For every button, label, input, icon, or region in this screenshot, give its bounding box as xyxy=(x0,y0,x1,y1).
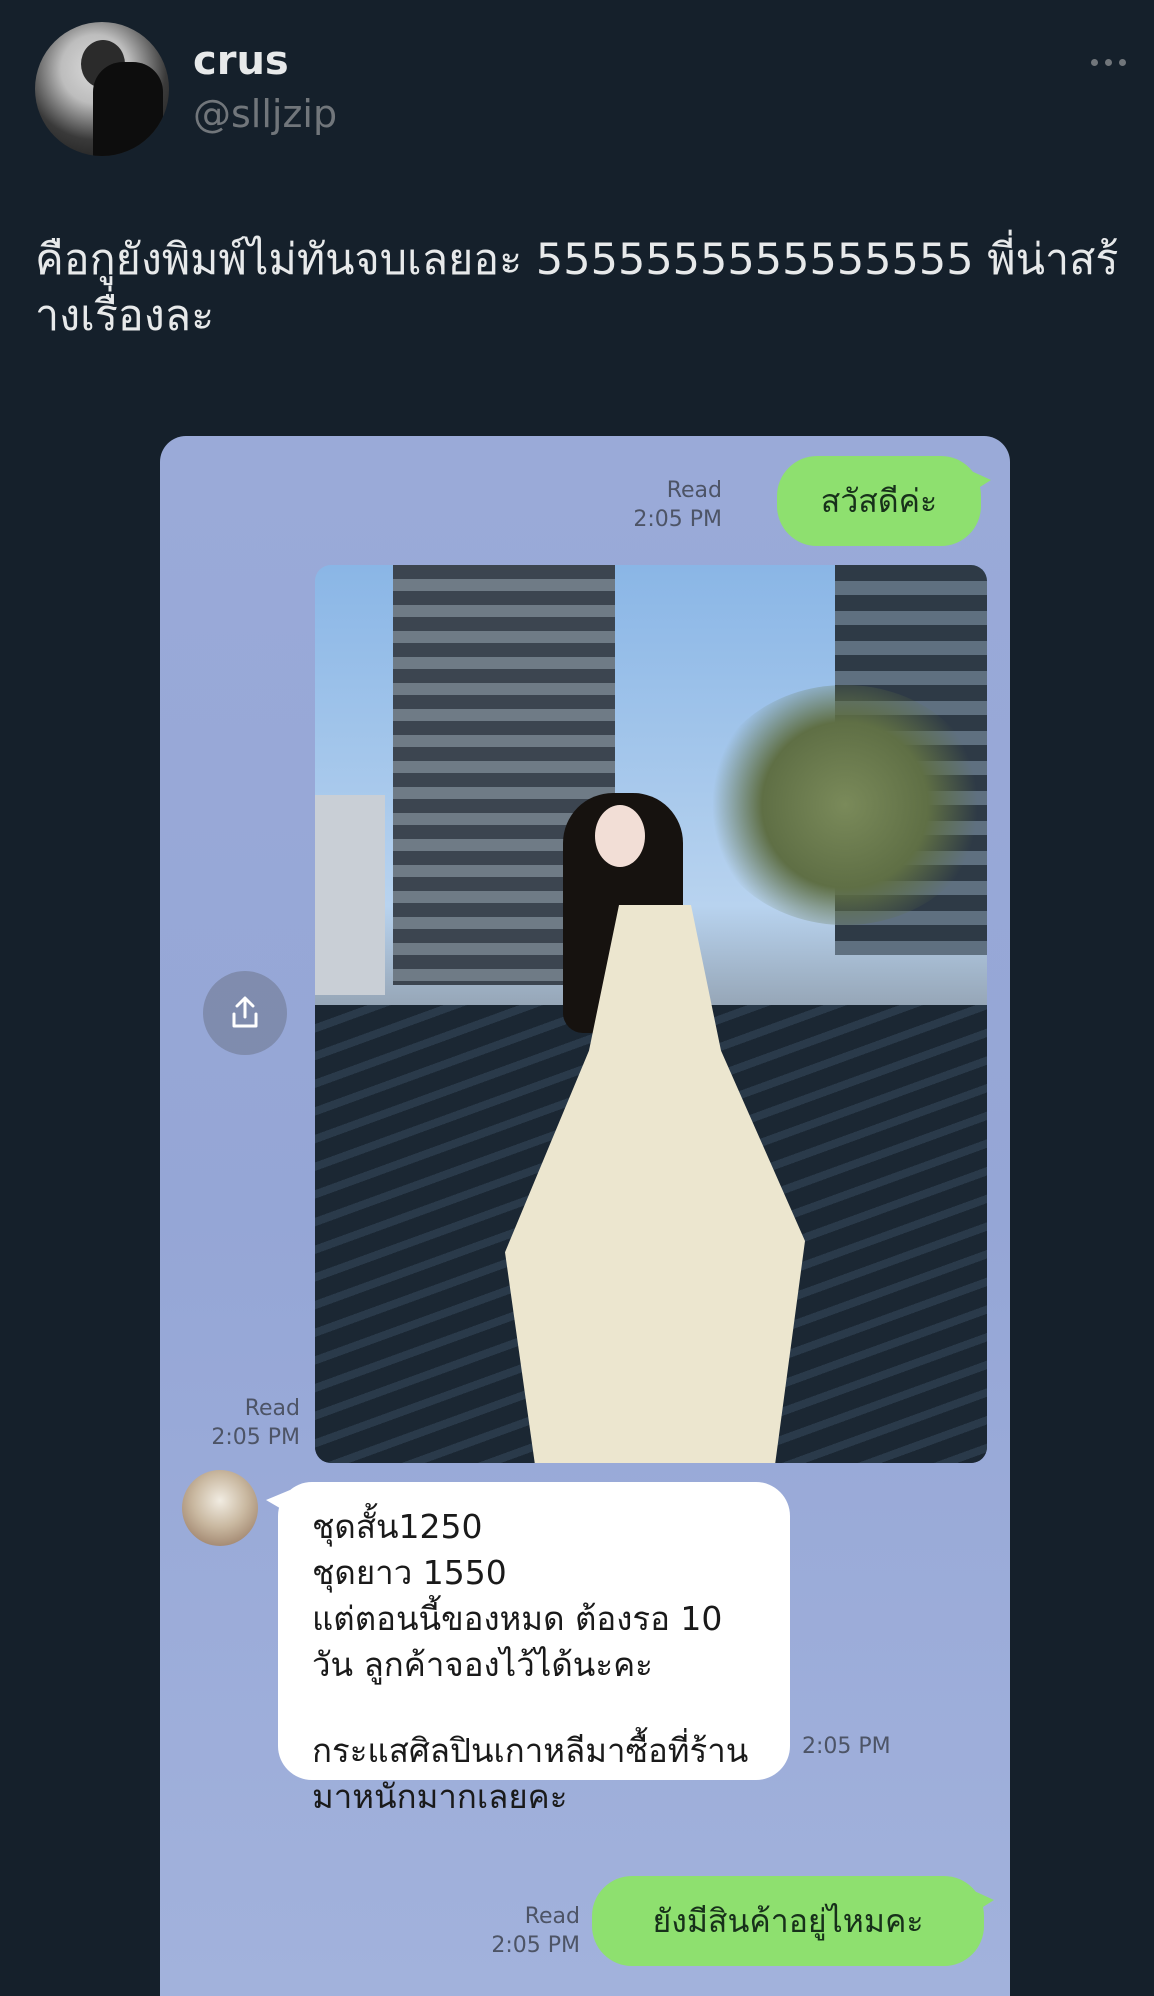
sender-avatar[interactable] xyxy=(182,1470,258,1546)
chat-photo[interactable] xyxy=(315,565,987,1463)
message-meta: Read 2:05 PM xyxy=(600,476,722,534)
incoming-message-bubble: ชุดสั้น1250 ชุดยาว 1550 แต่ตอนนี้ของหมด … xyxy=(266,1482,790,1816)
share-button[interactable] xyxy=(203,971,287,1055)
tree-shape xyxy=(705,685,985,925)
more-options-button[interactable] xyxy=(1080,44,1136,80)
outgoing-message-bubble: สวัสดีค่ะ xyxy=(777,456,991,546)
message-text: ยังมีสินค้าอยู่ไหมคะ xyxy=(652,1901,924,1940)
message-time: 2:05 PM xyxy=(633,507,722,532)
message-time: 2:05 PM xyxy=(491,1933,580,1958)
more-horizontal-icon xyxy=(1104,58,1112,66)
read-status: Read xyxy=(666,478,722,503)
message-meta: Read 2:05 PM xyxy=(180,1394,300,1452)
read-status: Read xyxy=(244,1396,300,1421)
message-line: กระแสศิลปินเกาหลีมาซื้อที่ร้าน xyxy=(312,1731,749,1770)
tweet: crus @slljzip คือกูยังพิมพ์ไม่ทันจบเลยอะ… xyxy=(0,0,1154,1996)
message-line: แต่ตอนนี้ของหมด ต้องรอ 10 xyxy=(312,1599,723,1638)
outgoing-message-bubble: ยังมีสินค้าอยู่ไหมคะ xyxy=(592,1876,994,1966)
display-name[interactable]: crus xyxy=(193,38,289,84)
more-horizontal-icon xyxy=(1118,58,1126,66)
avatar-figure-shape xyxy=(93,62,163,156)
message-text: สวัสดีค่ะ xyxy=(820,481,938,520)
dress-shape xyxy=(505,905,805,1463)
message-line: มาหนักมากเลยคะ xyxy=(312,1777,568,1816)
user-handle[interactable]: @slljzip xyxy=(193,92,337,136)
message-time: 2:05 PM xyxy=(802,1734,891,1759)
message-line: ชุดสั้น1250 xyxy=(312,1507,483,1546)
message-line: ชุดยาว 1550 xyxy=(312,1553,507,1592)
face-shape xyxy=(595,805,645,867)
message-time: 2:05 PM xyxy=(211,1425,300,1450)
attached-image[interactable]: Read 2:05 PM สวัสดีค่ะ Read 2:05 PM ชุดส… xyxy=(160,436,1010,1996)
message-meta: Read 2:05 PM xyxy=(458,1902,580,1960)
tweet-text: คือกูยังพิมพ์ไม่ทันจบเลยอะ 5555555555555… xyxy=(35,235,1119,341)
profile-avatar[interactable] xyxy=(35,22,169,156)
read-status: Read xyxy=(524,1904,580,1929)
share-icon xyxy=(232,996,258,1028)
message-line: วัน ลูกค้าจองไว้ได้นะคะ xyxy=(312,1645,653,1684)
more-horizontal-icon xyxy=(1090,58,1098,66)
building-shape xyxy=(315,795,385,995)
